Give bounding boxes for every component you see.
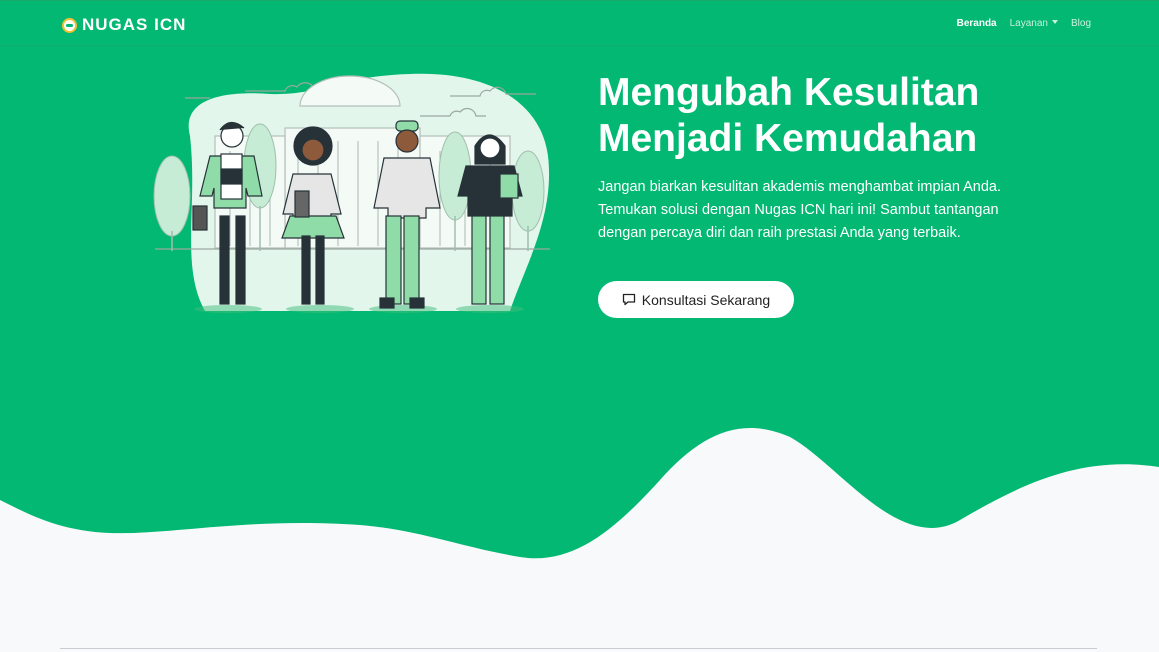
consult-now-label: Konsultasi Sekarang xyxy=(641,291,771,308)
brand-emblem-icon xyxy=(62,17,77,33)
nav-item-blog[interactable]: Blog xyxy=(1071,18,1091,29)
nav-item-layanan-label: Layanan xyxy=(1009,18,1048,29)
brand-logo-link[interactable]: NUGAS ICN xyxy=(62,15,186,35)
students-illustration xyxy=(153,73,550,313)
chat-bubble-icon xyxy=(622,293,635,306)
hero-lead-text: Jangan biarkan kesulitan akademis mengha… xyxy=(598,179,1002,241)
nav-menu: Beranda Layanan Blog xyxy=(957,18,1091,29)
section-divider xyxy=(60,648,1097,649)
hero-wave-divider xyxy=(0,425,1159,565)
nav-item-layanan[interactable]: Layanan xyxy=(1010,18,1058,29)
navbar: NUGAS ICN Beranda Layanan Blog xyxy=(0,0,1159,46)
nav-item-beranda[interactable]: Beranda xyxy=(957,18,997,29)
brand-name: NUGAS ICN xyxy=(82,15,187,34)
hero-headline: Mengubah Kesulitan Menjadi Kemudahan xyxy=(598,71,980,160)
chevron-down-icon xyxy=(1051,20,1058,24)
consult-now-button[interactable]: Konsultasi Sekarang xyxy=(598,281,794,318)
